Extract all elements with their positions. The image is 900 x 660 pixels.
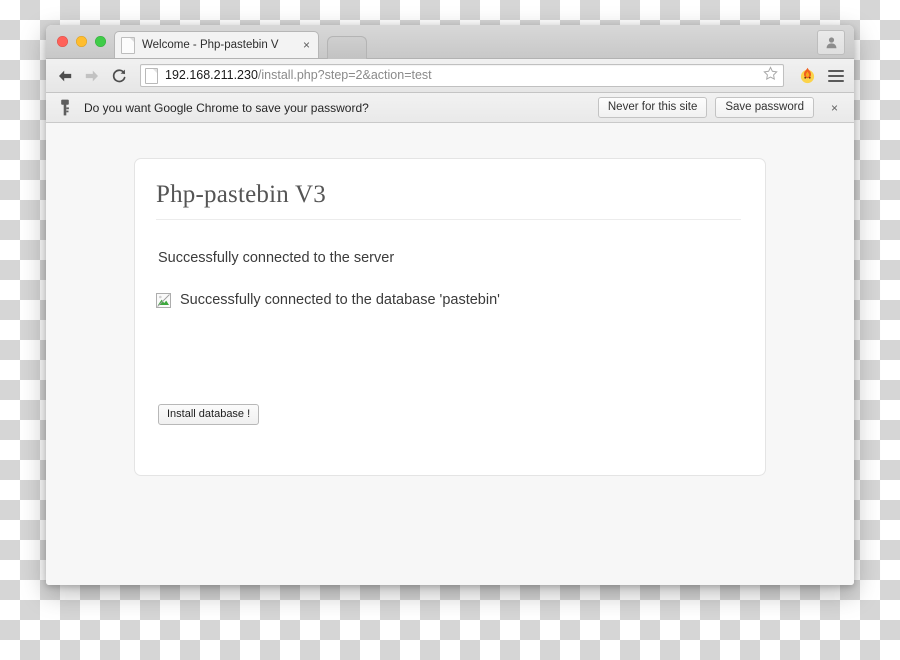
save-password-button[interactable]: Save password: [715, 97, 814, 118]
content-card: Php-pastebin V3 Successfully connected t…: [134, 158, 766, 476]
page-title: Php-pastebin V3: [156, 181, 326, 208]
back-arrow-icon: [59, 70, 72, 81]
title-divider: [156, 219, 741, 220]
browser-tab[interactable]: Welcome - Php-pastebin V ×: [114, 31, 319, 58]
url-path: /install.php?step=2&action=test: [257, 68, 432, 82]
never-for-this-site-button[interactable]: Never for this site: [597, 97, 708, 118]
page-info-icon[interactable]: [145, 67, 158, 84]
address-bar[interactable]: 192.168.211.230/install.php?step=2&actio…: [140, 64, 784, 87]
browser-menu-button[interactable]: [828, 69, 844, 82]
tab-strip: Welcome - Php-pastebin V ×: [46, 25, 854, 59]
install-database-button[interactable]: Install database !: [158, 404, 260, 425]
tab-title: Welcome - Php-pastebin V: [142, 39, 279, 51]
new-tab-button[interactable]: [327, 36, 367, 59]
broken-image-icon: [156, 292, 171, 308]
minimize-window-button[interactable]: [76, 36, 87, 47]
status-message-database: Successfully connected to the database '…: [156, 291, 741, 309]
star-icon: [763, 65, 778, 80]
infobar-message: Do you want Google Chrome to save your p…: [84, 100, 369, 115]
zoom-window-button[interactable]: [95, 36, 106, 47]
status-message-text: Successfully connected to the server: [158, 250, 395, 266]
person-avatar-icon: [826, 37, 836, 49]
forward-button: [83, 67, 101, 85]
hamburger-menu-icon: [828, 79, 844, 82]
hamburger-menu-icon: [828, 69, 844, 72]
browser-toolbar: 192.168.211.230/install.php?step=2&actio…: [46, 59, 854, 93]
key-icon: [61, 99, 69, 116]
forward-arrow-icon: [85, 70, 98, 81]
infobar-close-icon[interactable]: ×: [822, 102, 845, 114]
bookmark-star-button[interactable]: [763, 65, 778, 86]
hamburger-menu-icon: [828, 74, 844, 77]
status-message-text: Successfully connected to the database '…: [180, 292, 500, 308]
save-password-infobar: Do you want Google Chrome to save your p…: [46, 93, 854, 123]
url-text: 192.168.211.230/install.php?step=2&actio…: [165, 68, 759, 83]
broken-image-glyph: [157, 293, 170, 307]
page-viewport: Php-pastebin V3 Successfully connected t…: [46, 123, 854, 585]
tab-favicon-icon: [121, 36, 135, 54]
close-window-button[interactable]: [57, 36, 68, 47]
browser-window: Welcome - Php-pastebin V × 192.168.211.2…: [46, 25, 854, 585]
status-message-server: Successfully connected to the server: [158, 249, 741, 267]
extension-button[interactable]: [799, 67, 816, 84]
url-host: 192.168.211.230: [165, 68, 258, 82]
tab-close-icon[interactable]: ×: [301, 39, 312, 51]
card-inner: Php-pastebin V3 Successfully connected t…: [135, 159, 765, 425]
flame-icon: [800, 67, 815, 84]
reload-icon: [112, 68, 126, 82]
back-button[interactable]: [56, 67, 74, 85]
window-controls: [57, 36, 106, 47]
profile-avatar-button[interactable]: [817, 30, 845, 55]
reload-button[interactable]: [110, 67, 128, 85]
